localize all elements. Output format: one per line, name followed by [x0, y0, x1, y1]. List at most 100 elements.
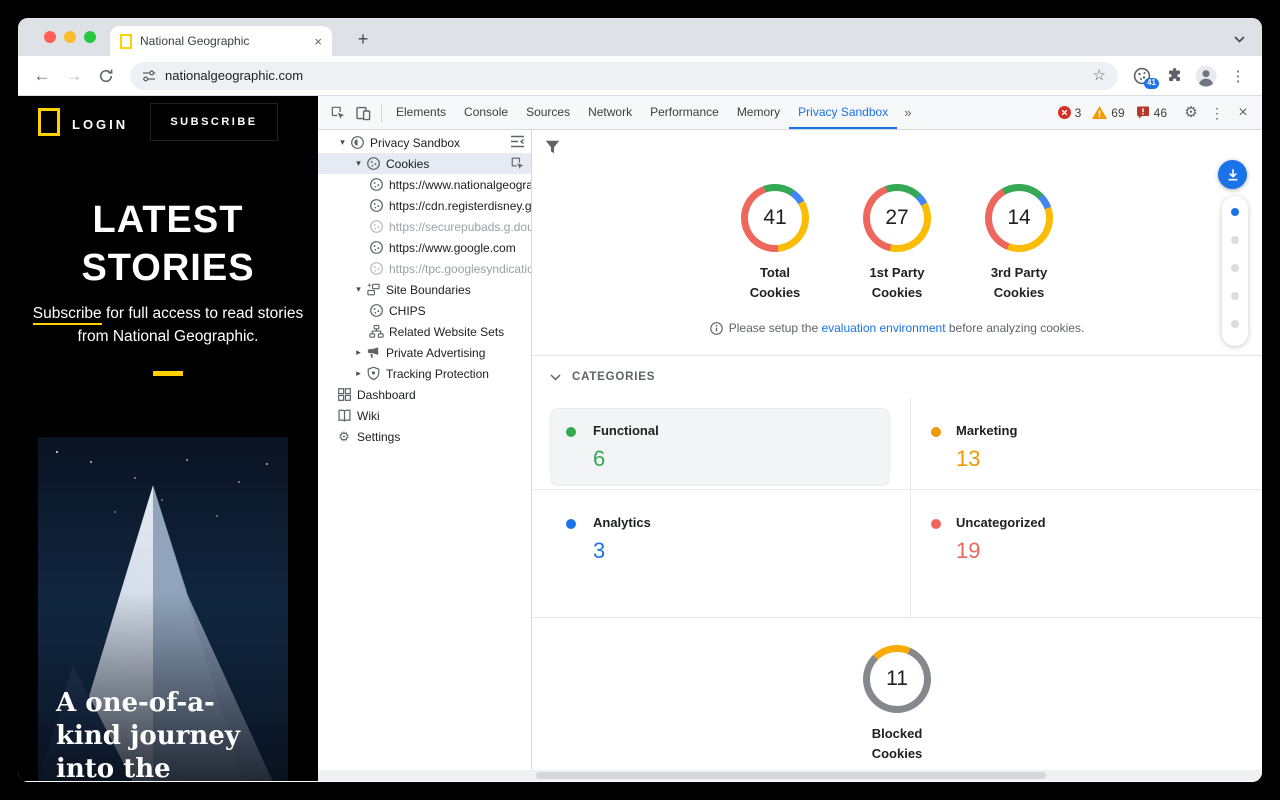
- cookie-icon: [368, 240, 384, 256]
- screen: { "browser": { "tab_title": "National Ge…: [0, 0, 1280, 800]
- expand-arrow-icon[interactable]: ▸: [352, 347, 365, 358]
- category-functional[interactable]: Functional6: [532, 398, 910, 490]
- tree-item-label: Site Boundaries: [386, 283, 531, 297]
- cookie-icon: [368, 261, 384, 277]
- devtools-tabs: ElementsConsoleSourcesNetworkPerformance…: [387, 96, 897, 129]
- site-settings-icon[interactable]: [142, 69, 156, 83]
- device-toolbar-icon[interactable]: [350, 100, 376, 126]
- devtools-tab-sources[interactable]: Sources: [517, 96, 579, 129]
- subscribe-button[interactable]: SUBSCRIBE: [150, 103, 278, 141]
- puzzle-icon: [1166, 67, 1183, 84]
- cookie-extension-button[interactable]: 41: [1128, 62, 1156, 90]
- collapse-arrow-icon[interactable]: ▾: [352, 158, 365, 169]
- bookmark-star-icon[interactable]: ☆: [1093, 68, 1106, 83]
- filter-button[interactable]: [540, 135, 564, 159]
- expand-arrow-icon[interactable]: ▸: [352, 368, 365, 379]
- category-dot: [566, 427, 576, 437]
- blocked-cookies-donut: 11BlockedCookies: [532, 645, 1262, 764]
- browser-tab[interactable]: National Geographic ×: [110, 26, 332, 56]
- pager-dot-3[interactable]: [1231, 264, 1239, 272]
- category-marketing[interactable]: Marketing13: [910, 398, 1262, 490]
- devtools-tab-performance[interactable]: Performance: [641, 96, 728, 129]
- devtools-close-icon[interactable]: ×: [1230, 100, 1256, 126]
- donut-label: BlockedCookies: [872, 724, 923, 764]
- panel-menu-icon[interactable]: [510, 135, 526, 151]
- tree-item-site-boundaries[interactable]: ▾ Site Boundaries: [318, 279, 531, 300]
- category-analytics[interactable]: Analytics3: [532, 490, 910, 617]
- devtools-tab-elements[interactable]: Elements: [387, 96, 455, 129]
- inspect-icon[interactable]: [510, 156, 526, 172]
- close-window-button[interactable]: [44, 31, 56, 43]
- tree-item-wiki[interactable]: Wiki: [318, 405, 531, 426]
- category-count: 13: [956, 446, 980, 472]
- devtools-menu-icon[interactable]: ⋮: [1204, 100, 1230, 126]
- hero-image[interactable]: A one-of-a-kind journey into the Amazon: [38, 437, 288, 781]
- pager-dot-4[interactable]: [1231, 292, 1239, 300]
- reload-button[interactable]: [92, 62, 120, 90]
- evaluation-environment-link[interactable]: evaluation environment: [821, 321, 945, 335]
- tab-close-icon[interactable]: ×: [314, 34, 322, 49]
- collapse-arrow-icon[interactable]: ▾: [352, 284, 365, 295]
- tree-item-label: Private Advertising: [386, 346, 531, 360]
- minimize-window-button[interactable]: [64, 31, 76, 43]
- tree-item-https-www-google-com[interactable]: https://www.google.com: [318, 237, 531, 258]
- collapse-arrow-icon[interactable]: ▾: [336, 137, 349, 148]
- extension-badge: 41: [1144, 78, 1159, 89]
- tree-item-https-www-nationalgeographic-com[interactable]: https://www.nationalgeographic.com: [318, 174, 531, 195]
- download-report-button[interactable]: [1218, 160, 1247, 189]
- extensions-button[interactable]: [1160, 62, 1188, 90]
- tree-item-chips[interactable]: CHIPS: [318, 300, 531, 321]
- tree-item-private-advertising[interactable]: ▸ Private Advertising: [318, 342, 531, 363]
- private-advertising-icon: [365, 345, 381, 361]
- section-divider: [532, 617, 1262, 618]
- browser-menu-button[interactable]: ⋮: [1224, 62, 1252, 90]
- tab-search-button[interactable]: [1228, 28, 1250, 50]
- back-button[interactable]: ←: [28, 62, 56, 90]
- category-uncategorized[interactable]: Uncategorized19: [910, 490, 1262, 617]
- more-tabs-button[interactable]: »: [897, 105, 917, 120]
- console-errors-badge[interactable]: 3: [1058, 106, 1082, 120]
- window-controls: [44, 31, 96, 43]
- related-website-sets-icon: [368, 324, 384, 340]
- profile-avatar[interactable]: [1192, 62, 1220, 90]
- devtools-tab-privacy-sandbox[interactable]: Privacy Sandbox: [789, 96, 897, 129]
- reload-icon: [98, 68, 114, 84]
- horizontal-scrollbar[interactable]: [318, 770, 1262, 781]
- cookie-icon: [368, 177, 384, 193]
- devtools-tab-network[interactable]: Network: [579, 96, 641, 129]
- issues-badge[interactable]: 46: [1136, 106, 1167, 120]
- donut-value: 14: [992, 191, 1046, 245]
- donut-1st-party-cookies: 271st PartyCookies: [836, 184, 958, 303]
- issues-icon: [1136, 106, 1150, 119]
- cookie-icon: [368, 198, 384, 214]
- inspect-element-icon[interactable]: [324, 100, 350, 126]
- tree-item-related-website-sets[interactable]: Related Website Sets: [318, 321, 531, 342]
- natgeo-logo-icon[interactable]: [38, 108, 60, 136]
- tree-item-settings[interactable]: ⚙Settings: [318, 426, 531, 447]
- cookie-donuts: 41TotalCookies271st PartyCookies143rd Pa…: [532, 184, 1262, 303]
- tree-item-privacy-sandbox[interactable]: ▾Privacy Sandbox: [318, 132, 531, 153]
- new-tab-button[interactable]: +: [350, 27, 376, 53]
- address-bar[interactable]: nationalgeographic.com ☆: [130, 62, 1118, 90]
- categories-section-header[interactable]: CATEGORIES: [550, 371, 655, 383]
- tree-item-https-cdn-registerdisney-go-com[interactable]: https://cdn.registerdisney.go.com: [318, 195, 531, 216]
- tree-item-https-securepubads-g-doubleclick-net[interactable]: https://securepubads.g.doubleclick.net: [318, 216, 531, 237]
- tree-item-dashboard[interactable]: Dashboard: [318, 384, 531, 405]
- tree-item-tracking-protection[interactable]: ▸Tracking Protection: [318, 363, 531, 384]
- pager-dot-2[interactable]: [1231, 236, 1239, 244]
- toolbar-divider: [381, 104, 382, 122]
- categories-grid: Functional6Marketing13Analytics3Uncatego…: [532, 398, 1262, 617]
- scrollbar-thumb[interactable]: [536, 772, 1046, 779]
- pager-dot-1[interactable]: [1231, 208, 1239, 216]
- tree-item-cookies[interactable]: ▾Cookies: [318, 153, 531, 174]
- devtools-settings-icon[interactable]: ⚙: [1178, 100, 1204, 126]
- devtools-tab-console[interactable]: Console: [455, 96, 517, 129]
- devtools-tab-memory[interactable]: Memory: [728, 96, 789, 129]
- forward-button[interactable]: →: [60, 62, 88, 90]
- zoom-window-button[interactable]: [84, 31, 96, 43]
- console-warnings-badge[interactable]: 69: [1092, 106, 1124, 120]
- pager-dot-5[interactable]: [1231, 320, 1239, 328]
- login-link[interactable]: LOGIN: [72, 117, 128, 132]
- subscribe-link[interactable]: Subscribe: [33, 305, 102, 325]
- tree-item-https-tpc-googlesyndication-com[interactable]: https://tpc.googlesyndication.com: [318, 258, 531, 279]
